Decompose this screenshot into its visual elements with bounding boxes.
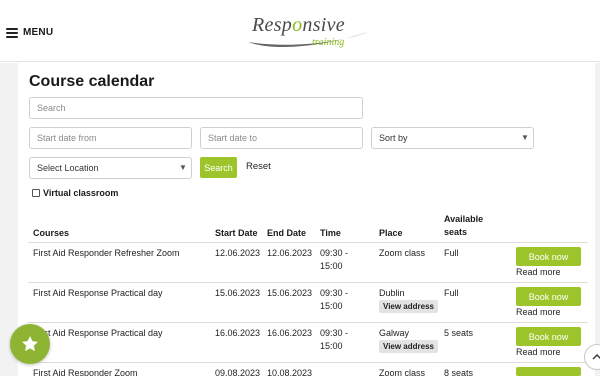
page-background: Course calendar Sort by ▼ Select Locatio… <box>0 63 600 376</box>
time-start: 09:30 - <box>320 328 349 338</box>
logo-wordmark: Responsive <box>252 14 345 36</box>
star-icon <box>22 336 38 352</box>
sort-by-select[interactable]: Sort by <box>371 127 534 149</box>
col-start-date: Start Date <box>215 228 258 238</box>
time-start: 09:30 - <box>320 288 349 298</box>
read-more-link[interactable]: Read more <box>516 347 561 357</box>
start-date: 16.06.2023 <box>215 328 261 338</box>
seats: Full <box>444 248 459 258</box>
time-end: 15:00 <box>320 261 343 271</box>
place: Galway <box>379 328 410 338</box>
site-header: MENU Responsive training <box>0 0 600 62</box>
location-select[interactable]: Select Location <box>29 157 192 179</box>
time-end: 15:00 <box>320 341 343 351</box>
book-now-button[interactable]: Book now <box>516 247 581 266</box>
start-date-from-field[interactable] <box>29 127 192 149</box>
menu-button[interactable]: MENU <box>6 27 53 38</box>
end-date: 15.06.2023 <box>267 288 313 298</box>
end-date: 10.08.2023 <box>267 368 313 376</box>
col-time: Time <box>320 228 341 238</box>
chevron-up-icon <box>592 354 600 360</box>
row-divider <box>28 282 588 283</box>
place: Zoom class <box>379 248 426 258</box>
menu-label: MENU <box>23 27 54 38</box>
view-address-button[interactable]: View address <box>379 340 438 353</box>
time-start: 09:30 - <box>320 248 349 258</box>
virtual-classroom-checkbox[interactable] <box>32 189 40 197</box>
read-more-link[interactable]: Read more <box>516 307 561 317</box>
start-date: 09.08.2023 <box>215 368 261 376</box>
place: Zoom class <box>379 368 426 376</box>
book-now-button[interactable] <box>516 367 581 376</box>
course-name[interactable]: First Aid Response Practical day <box>33 287 163 300</box>
logo[interactable]: Responsive training <box>246 14 370 50</box>
hamburger-icon <box>6 27 18 38</box>
col-courses: Courses <box>33 228 70 238</box>
read-more-link[interactable]: Read more <box>516 267 561 277</box>
start-date: 12.06.2023 <box>215 248 261 258</box>
course-name[interactable]: First Aid Response Practical day <box>33 327 163 340</box>
reset-link[interactable]: Reset <box>246 161 271 172</box>
virtual-classroom-toggle[interactable]: Virtual classroom <box>32 188 118 198</box>
view-address-button[interactable]: View address <box>379 300 438 313</box>
book-now-button[interactable]: Book now <box>516 287 581 306</box>
col-place: Place <box>379 228 403 238</box>
start-date: 15.06.2023 <box>215 288 261 298</box>
seats: Full <box>444 288 459 298</box>
end-date: 12.06.2023 <box>267 248 313 258</box>
course-name[interactable]: First Aid Responder Zoom <box>33 367 138 376</box>
virtual-classroom-label: Virtual classroom <box>43 188 119 198</box>
favorites-button[interactable] <box>10 324 50 364</box>
col-end-date: End Date <box>267 228 307 238</box>
search-input[interactable] <box>29 97 363 119</box>
book-now-button[interactable]: Book now <box>516 327 581 346</box>
row-divider <box>28 362 588 363</box>
row-divider <box>28 322 588 323</box>
time-end: 15:00 <box>320 301 343 311</box>
search-button[interactable]: Search <box>200 157 237 178</box>
course-name[interactable]: First Aid Responder Refresher Zoom <box>33 247 180 260</box>
row-divider <box>28 242 588 243</box>
seats: 5 seats <box>444 328 474 338</box>
place: Dublin <box>379 288 405 298</box>
page-title: Course calendar <box>29 73 155 90</box>
start-date-to-field[interactable] <box>200 127 363 149</box>
seats: 8 seats <box>444 368 474 376</box>
col-available: Available <box>444 214 484 224</box>
col-seats: seats <box>444 227 468 237</box>
course-calendar-card: Course calendar Sort by ▼ Select Locatio… <box>18 63 595 376</box>
end-date: 16.06.2023 <box>267 328 313 338</box>
logo-tagline: training <box>312 37 345 48</box>
